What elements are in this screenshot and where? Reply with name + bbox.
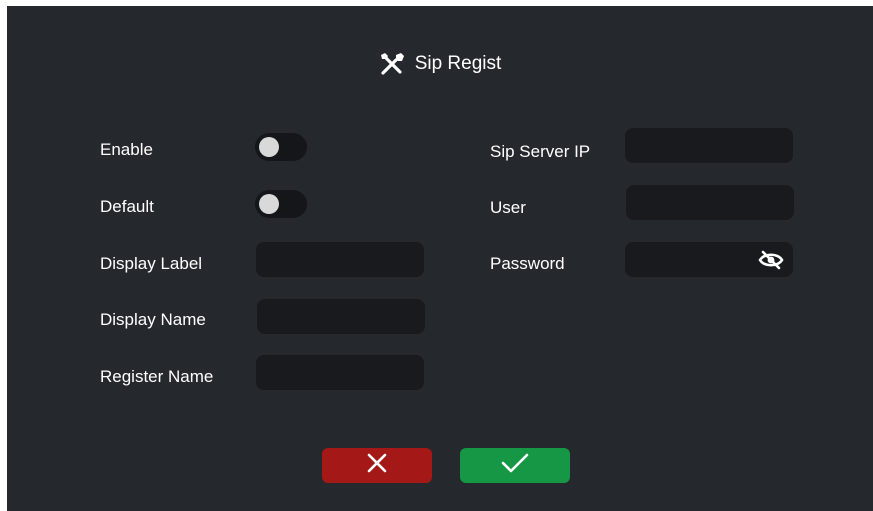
close-icon <box>366 452 388 479</box>
confirm-button[interactable] <box>460 448 570 483</box>
display-name-label: Display Name <box>100 310 206 329</box>
default-toggle[interactable] <box>255 190 307 218</box>
register-name-input[interactable] <box>256 355 424 390</box>
enable-toggle[interactable] <box>255 133 307 161</box>
display-label-input[interactable] <box>256 242 424 277</box>
user-label: User <box>490 198 526 217</box>
enable-label: Enable <box>100 140 153 159</box>
display-name-input[interactable] <box>257 299 425 334</box>
default-label: Default <box>100 197 154 216</box>
toggle-knob <box>259 194 279 214</box>
user-input[interactable] <box>626 185 794 220</box>
tools-icon <box>379 52 405 76</box>
dialog-title: Sip Regist <box>414 53 502 74</box>
sip-regist-dialog: Sip Regist Enable Default Display Label … <box>7 6 873 511</box>
toggle-knob <box>259 137 279 157</box>
check-icon <box>500 452 530 479</box>
cancel-button[interactable] <box>322 448 432 483</box>
password-label: Password <box>490 254 565 273</box>
display-label-label: Display Label <box>100 254 203 273</box>
dialog-header: Sip Regist <box>7 50 873 78</box>
sip-server-ip-input[interactable] <box>625 128 793 163</box>
register-name-label: Register Name <box>100 367 214 386</box>
eye-off-icon[interactable] <box>757 249 785 271</box>
sip-server-ip-label: Sip Server IP <box>490 142 591 161</box>
